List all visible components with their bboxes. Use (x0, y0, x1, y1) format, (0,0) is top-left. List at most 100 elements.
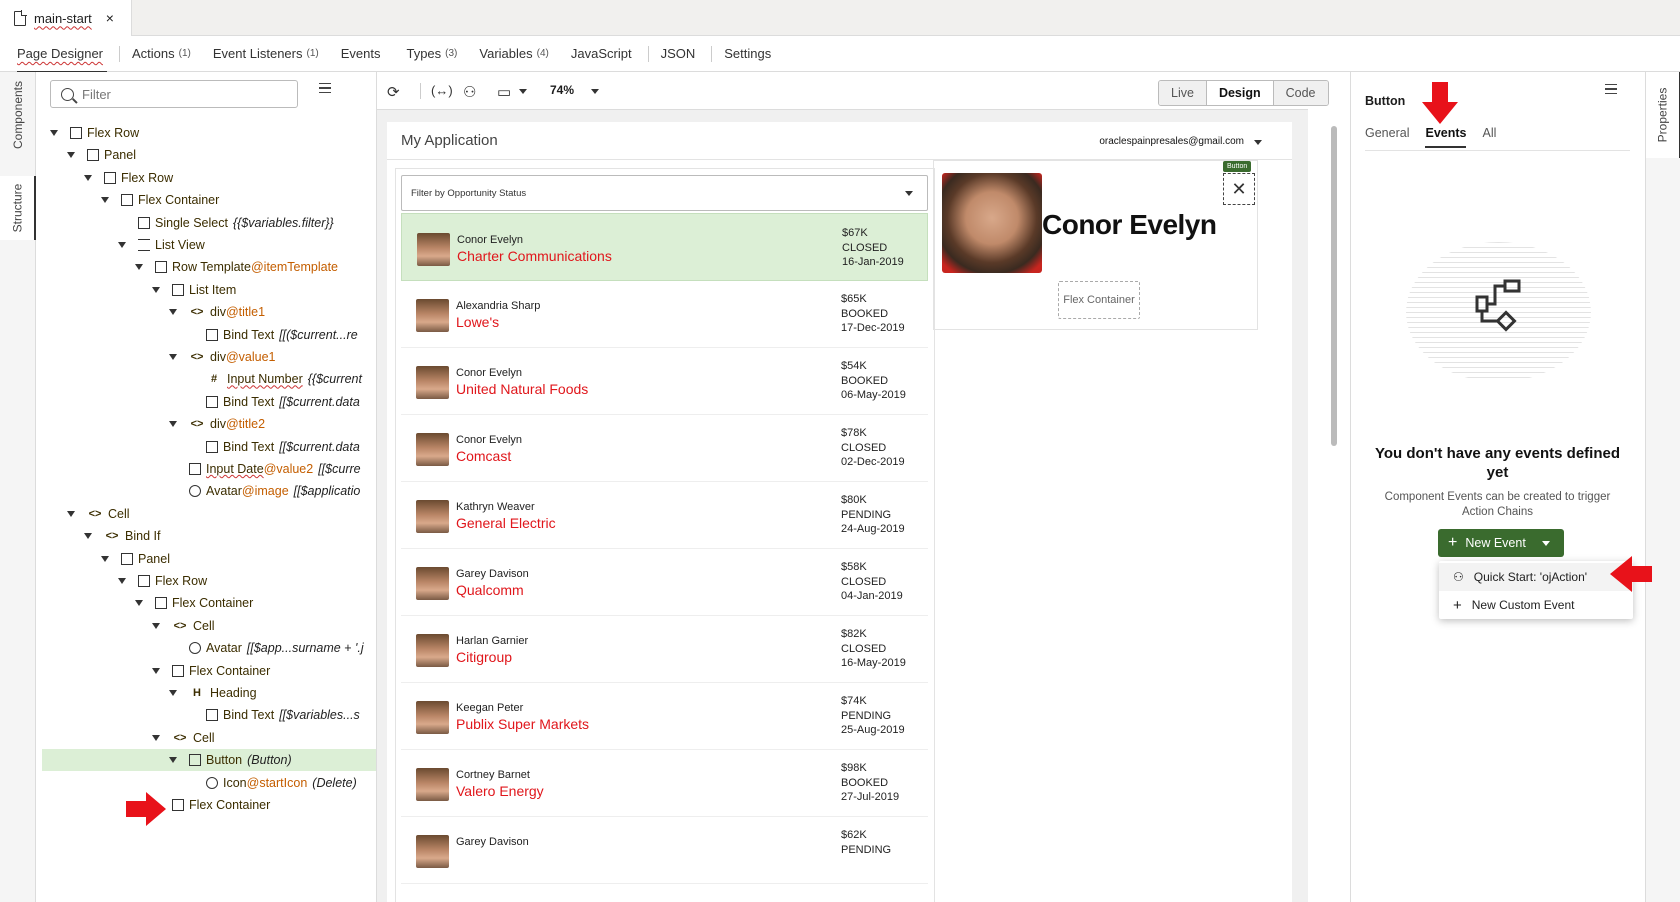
chevron-down-icon[interactable] (519, 89, 527, 94)
tree-node[interactable]: Flex Row (36, 167, 376, 189)
designer-tab-types[interactable]: Types (3) (406, 36, 457, 72)
chevron-down-icon[interactable] (101, 555, 109, 562)
zoom-chevron-down-icon[interactable] (591, 89, 599, 94)
designer-tab-settings[interactable]: Settings (724, 36, 775, 72)
tab-components[interactable]: Components (0, 72, 36, 158)
tree-node[interactable]: Flex Row (36, 570, 376, 592)
tree-node[interactable]: Avatar [[$app...surname + '.j (36, 637, 376, 659)
tree-node[interactable]: Flex Row (36, 122, 376, 144)
properties-menu-icon[interactable] (1605, 84, 1617, 94)
variables-icon[interactable]: (↔) (431, 83, 453, 98)
chevron-down-icon[interactable] (101, 197, 109, 204)
design-button[interactable]: Design (1206, 81, 1274, 105)
chevron-down-icon[interactable] (152, 286, 160, 293)
code-button[interactable]: Code (1273, 81, 1328, 105)
tree-node[interactable]: Button (Button) (42, 749, 376, 772)
user-chevron-down-icon[interactable] (1254, 140, 1262, 145)
tree-node[interactable]: Row Template @itemTemplate (36, 256, 376, 278)
chevron-down-icon[interactable] (152, 622, 160, 629)
tree-node[interactable]: <> div @title2 (36, 413, 376, 435)
designer-tab-javascript[interactable]: JavaScript (571, 36, 636, 72)
hamburger-menu-icon[interactable] (319, 83, 331, 93)
menu-item-quick-start[interactable]: ⚇ Quick Start: 'ojAction' (1439, 563, 1633, 591)
list-item[interactable]: Cortney Barnet Valero Energy $98K BOOKED 27-… (401, 749, 928, 817)
structure-filter-input[interactable]: Filter (50, 80, 298, 108)
tree-node[interactable]: Bind Text [[$variables...s (36, 704, 376, 726)
tree-node[interactable]: Flex Container (36, 660, 376, 682)
tab-general[interactable]: General (1365, 126, 1409, 148)
chevron-down-icon[interactable] (135, 264, 143, 271)
menu-item-new-custom-event[interactable]: + New Custom Event (1439, 591, 1633, 619)
tree-node[interactable]: <> div @title1 (36, 301, 376, 323)
flex-container-placeholder[interactable]: Flex Container (1058, 281, 1140, 319)
close-icon[interactable]: × (106, 10, 114, 26)
tree-node[interactable]: Bind Text [[$current.data (36, 436, 376, 458)
chevron-down-icon[interactable] (118, 242, 126, 248)
chevron-down-icon[interactable] (169, 309, 177, 316)
designer-tab-event-listeners[interactable]: Event Listeners (1) (213, 36, 319, 72)
tree-node[interactable]: <> div @value1 (36, 346, 376, 368)
delete-button[interactable]: ✕ (1223, 173, 1255, 205)
list-item[interactable]: Kathryn Weaver General Electric $80K PENDIN… (401, 481, 928, 549)
chevron-down-icon[interactable] (169, 690, 177, 696)
tree-node[interactable]: Input Date @value2 [[$curre (36, 458, 376, 480)
chevron-down-icon[interactable] (169, 757, 177, 764)
zoom-level[interactable]: 74% (550, 83, 574, 97)
canvas-scrollbar[interactable] (1331, 126, 1337, 446)
list-item[interactable]: Garey Davison Qualcomm $58K CLOSED 04-Jan-20… (401, 548, 928, 616)
chevron-down-icon[interactable] (67, 510, 75, 517)
tree-node[interactable]: List View (36, 234, 376, 256)
tree-node[interactable]: Bind Text [[$current.data (36, 391, 376, 413)
list-item[interactable]: Conor Evelyn Comcast $78K CLOSED 02-Dec-2019 (401, 414, 928, 482)
list-item[interactable]: Keegan Peter Publix Super Markets $74K PEND… (401, 682, 928, 750)
list-item[interactable]: Conor Evelyn Charter Communications $67K CL… (401, 213, 928, 281)
list-item[interactable]: Harlan Garnier Citigroup $82K CLOSED 16-May-… (401, 615, 928, 683)
tree-node[interactable]: # Input Number {{$current (36, 368, 376, 390)
chevron-down-icon[interactable] (84, 174, 92, 181)
list-item[interactable]: Conor Evelyn United Natural Foods $54K BOOK… (401, 347, 928, 415)
tab-events[interactable]: Events (1425, 126, 1467, 148)
tree-node[interactable]: <> Bind If (36, 525, 376, 547)
tree-node[interactable]: Flex Container (36, 189, 376, 211)
tree-node[interactable]: <> Cell (36, 503, 376, 525)
chevron-down-icon[interactable] (50, 130, 58, 136)
file-tab[interactable]: main-start × (0, 0, 132, 36)
live-button[interactable]: Live (1159, 81, 1207, 105)
user-icon[interactable]: ⚇ (463, 83, 476, 101)
designer-tab-actions[interactable]: Actions (1) (132, 36, 191, 72)
tree-node[interactable]: Flex Container (36, 592, 376, 614)
refresh-icon[interactable]: ⟳ (387, 83, 400, 101)
tree-node[interactable]: Icon @startIcon (Delete) (36, 772, 376, 794)
tree-node[interactable]: Bind Text [[($current...re (36, 324, 376, 346)
tree-node[interactable]: Panel (36, 144, 376, 166)
list-item[interactable]: Alexandria Sharp Lowe's $65K BOOKED 17-Dec-2… (401, 280, 928, 348)
status-filter-select[interactable]: Filter by Opportunity Status (401, 175, 928, 211)
tree-node[interactable]: <> Cell (36, 727, 376, 749)
designer-tab-json[interactable]: JSON (661, 36, 700, 72)
tab-properties[interactable]: Properties (1646, 72, 1680, 158)
chevron-down-icon[interactable] (152, 734, 160, 741)
app-user[interactable]: oraclespainpresales@gmail.com (1099, 136, 1244, 147)
designer-tab-page-designer[interactable]: Page Designer (17, 36, 107, 73)
tree-node[interactable]: Single Select {{$variables.filter}} (36, 212, 376, 234)
tree-node[interactable]: List Item (36, 279, 376, 301)
tree-node[interactable]: Flex Container (36, 794, 376, 816)
list-item[interactable]: Garey Davison $62K PENDING (401, 816, 928, 884)
tree-node[interactable]: <> Cell (36, 615, 376, 637)
new-event-button[interactable]: + New Event (1438, 529, 1564, 557)
tab-all[interactable]: All (1482, 126, 1496, 148)
chevron-down-icon[interactable] (67, 152, 75, 159)
designer-tab-variables[interactable]: Variables (4) (479, 36, 548, 72)
tree-node[interactable]: Avatar @image [[$applicatio (36, 480, 376, 502)
designer-tab-events[interactable]: Events (341, 36, 385, 72)
chevron-down-icon[interactable] (84, 533, 92, 540)
tree-node[interactable]: H Heading (36, 682, 376, 704)
chevron-down-icon[interactable] (169, 421, 177, 428)
chevron-down-icon[interactable] (152, 667, 160, 674)
chevron-down-icon[interactable] (135, 600, 143, 607)
tab-structure[interactable]: Structure (0, 176, 36, 240)
device-icon[interactable]: ▭ (497, 83, 511, 101)
chevron-down-icon[interactable] (118, 578, 126, 584)
chevron-down-icon[interactable] (169, 354, 177, 360)
tree-node[interactable]: Panel (36, 548, 376, 570)
